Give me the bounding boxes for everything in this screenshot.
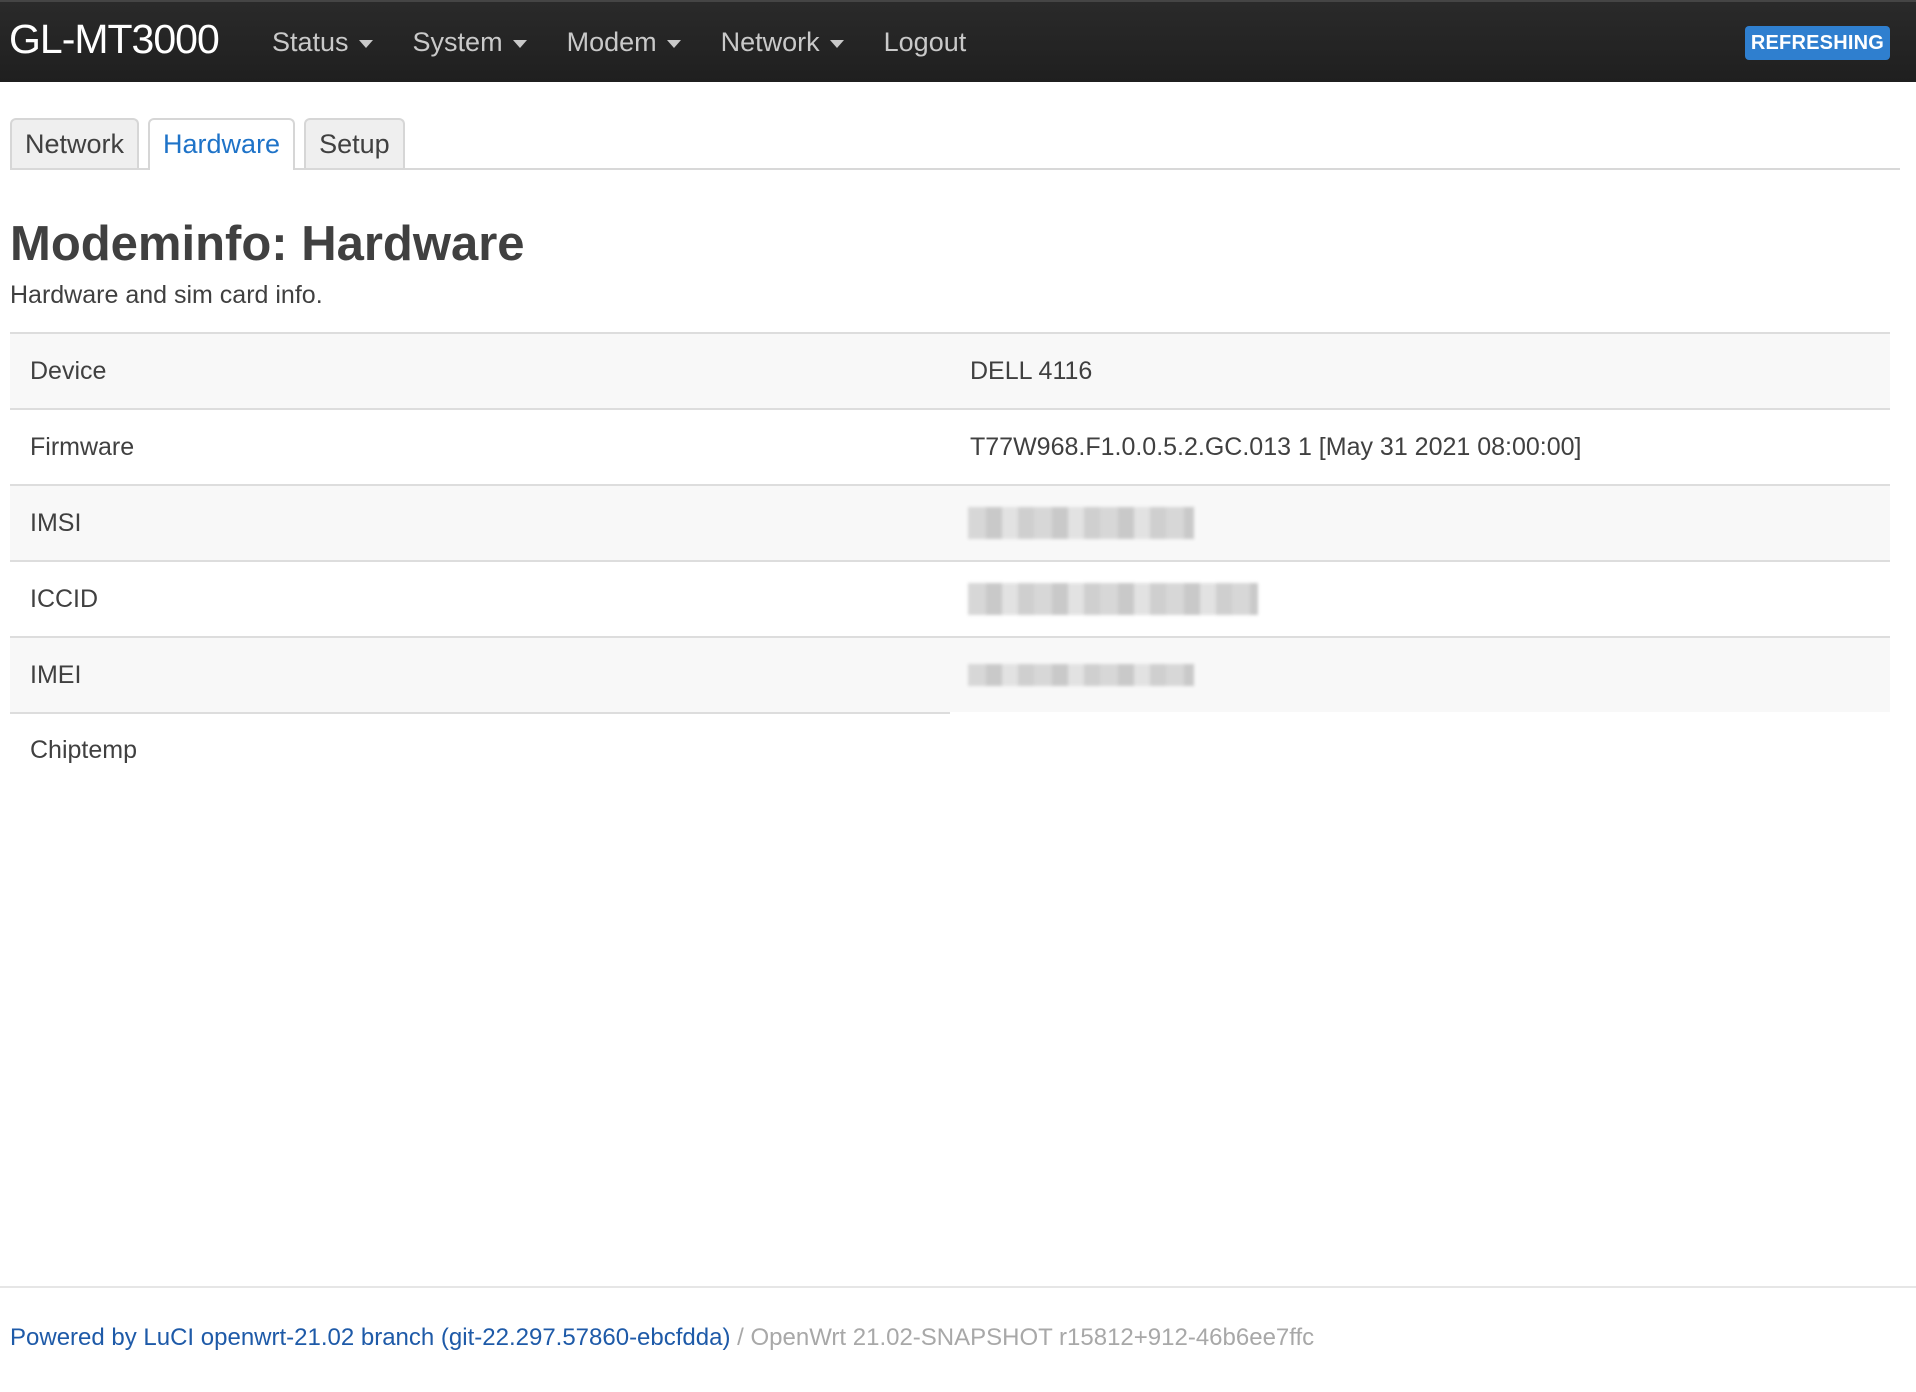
table-row-chiptemp: Chiptemp xyxy=(10,712,1890,788)
tab-hardware[interactable]: Hardware xyxy=(148,118,296,170)
menu-logout-label: Logout xyxy=(883,27,967,57)
tab-bar: Network Hardware Setup xyxy=(10,118,1900,170)
table-row-imei: IMEI xyxy=(10,636,1890,712)
menu-system-label: System xyxy=(412,27,503,57)
chevron-down-icon xyxy=(358,39,373,48)
iccid-redacted-value xyxy=(968,583,1258,615)
menu-network[interactable]: Network xyxy=(721,2,844,82)
hardware-info-table: Device DELL 4116 Firmware T77W968.F1.0.0… xyxy=(10,332,1890,788)
firmware-value: T77W968.F1.0.0.5.2.GC.013 1 [May 31 2021… xyxy=(970,433,1582,461)
main-menu: Status System Modem Network Logout xyxy=(272,2,1006,82)
menu-modem-label: Modem xyxy=(566,27,657,57)
menu-status-label: Status xyxy=(272,27,349,57)
chevron-down-icon xyxy=(512,39,527,48)
table-row-firmware: Firmware T77W968.F1.0.0.5.2.GC.013 1 [Ma… xyxy=(10,408,1890,484)
brand-title[interactable]: GL-MT3000 xyxy=(9,15,220,63)
firmware-label: Firmware xyxy=(30,433,135,461)
imsi-label: IMSI xyxy=(30,509,82,537)
device-value: DELL 4116 xyxy=(970,357,1093,385)
menu-logout[interactable]: Logout xyxy=(884,2,967,82)
device-label: Device xyxy=(30,357,107,385)
refreshing-badge[interactable]: REFRESHING xyxy=(1744,26,1890,60)
menu-status[interactable]: Status xyxy=(272,2,373,82)
footer-separator: / xyxy=(730,1324,751,1351)
row-divider xyxy=(10,712,950,714)
tab-network[interactable]: Network xyxy=(10,118,140,168)
chiptemp-label: Chiptemp xyxy=(30,736,137,764)
menu-network-label: Network xyxy=(720,27,820,57)
imei-label: IMEI xyxy=(30,661,82,689)
page-title: Modeminfo: Hardware xyxy=(10,217,525,271)
luci-link[interactable]: Powered by LuCI openwrt-21.02 branch (gi… xyxy=(10,1324,730,1351)
table-row-imsi: IMSI xyxy=(10,484,1890,560)
chevron-down-icon xyxy=(666,39,681,48)
imei-redacted-value xyxy=(968,664,1194,686)
footer-text: Powered by LuCI openwrt-21.02 branch (gi… xyxy=(10,1322,1314,1354)
table-row-device: Device DELL 4116 xyxy=(10,332,1890,408)
top-navbar: GL-MT3000 Status System Modem Network Lo… xyxy=(0,0,1916,82)
iccid-label: ICCID xyxy=(30,585,99,613)
menu-modem[interactable]: Modem xyxy=(567,2,681,82)
page-footer: Powered by LuCI openwrt-21.02 branch (gi… xyxy=(0,1286,1916,1351)
imsi-redacted-value xyxy=(968,507,1194,539)
table-row-iccid: ICCID xyxy=(10,560,1890,636)
tab-setup[interactable]: Setup xyxy=(304,118,405,168)
openwrt-version: OpenWrt 21.02-SNAPSHOT r15812+912-46b6ee… xyxy=(750,1324,1315,1351)
menu-system[interactable]: System xyxy=(413,2,527,82)
page-description: Hardware and sim card info. xyxy=(10,281,323,309)
chevron-down-icon xyxy=(829,39,844,48)
